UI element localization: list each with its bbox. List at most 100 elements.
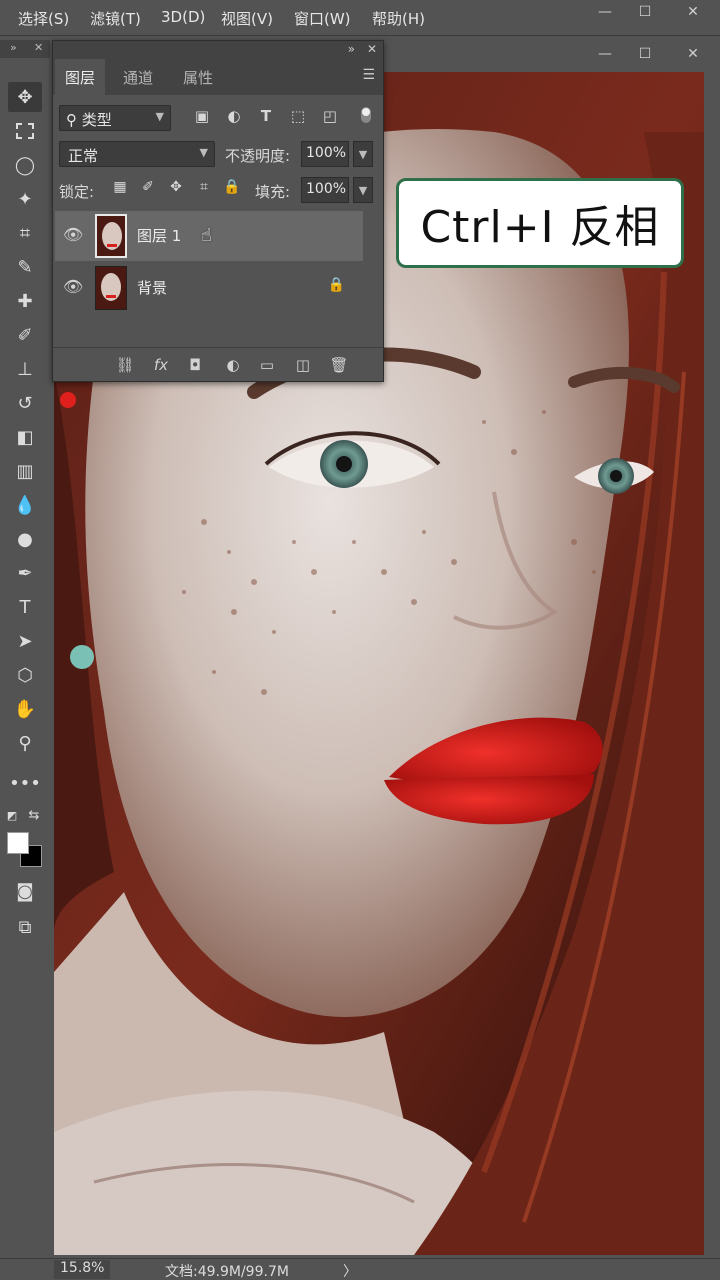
layer-kind-filter[interactable]: ⚲ 类型 ▼	[59, 105, 171, 131]
clone-stamp-tool-icon[interactable]: ⊥	[8, 354, 42, 384]
healing-brush-tool-icon[interactable]: ✚	[8, 286, 42, 316]
path-selection-tool-icon[interactable]: ➤	[8, 626, 42, 656]
lasso-tool-icon[interactable]: ◯	[8, 150, 42, 180]
lock-transparent-icon[interactable]: ▦	[109, 179, 131, 201]
lock-icon: 🔒	[327, 277, 345, 293]
default-colors-icon[interactable]: ◩	[2, 800, 22, 830]
new-group-icon[interactable]: ▭	[257, 356, 277, 376]
layer-name[interactable]: 背景	[137, 277, 167, 298]
menu-help[interactable]: 帮助(H)	[372, 8, 425, 29]
blur-tool-icon[interactable]: 💧	[8, 490, 42, 520]
lock-artboard-icon[interactable]: ⌗	[193, 179, 215, 201]
close-icon[interactable]: ✕	[34, 41, 43, 54]
menu-view[interactable]: 视图(V)	[221, 8, 273, 29]
fill-label: 填充:	[255, 183, 291, 201]
blend-row: 正常 ▼ 不透明度: 100% ▼	[59, 141, 377, 169]
visibility-eye-icon[interactable]: 👁	[63, 225, 83, 244]
magic-wand-tool-icon[interactable]: ✦	[8, 184, 42, 214]
shortcut-callout: Ctrl+I 反相	[396, 178, 684, 268]
fill-input[interactable]: 100%	[301, 177, 349, 203]
collapse-panel-icon[interactable]: »	[348, 42, 355, 56]
eyedropper-tool-icon[interactable]: ✎	[8, 252, 42, 282]
minimize-app-button[interactable]: —	[592, 4, 618, 22]
fill-dropdown-icon[interactable]: ▼	[353, 177, 373, 203]
status-menu-arrow-icon[interactable]: 〉	[343, 1261, 357, 1280]
lock-position-icon[interactable]: ✥	[165, 179, 187, 201]
blend-mode-select[interactable]: 正常 ▼	[59, 141, 215, 167]
delete-layer-icon[interactable]: 🗑	[329, 356, 349, 376]
tab-channels[interactable]: 通道	[113, 59, 163, 95]
filter-toggle[interactable]	[361, 107, 371, 123]
filter-shape-icon[interactable]: ⬚	[287, 107, 309, 129]
close-app-button[interactable]: ✕	[680, 4, 706, 22]
dodge-tool-icon[interactable]: ●	[8, 524, 42, 554]
layer-kind-value: 类型	[81, 111, 112, 129]
minimize-doc-button[interactable]: —	[592, 46, 618, 66]
status-bar: 15.8% 文档:49.9M/99.7M 〉	[0, 1258, 720, 1280]
layers-panel-footer: ⛓ fx ◘ ◐ ▭ ◫ 🗑	[53, 347, 383, 381]
pen-tool-icon[interactable]: ✒	[8, 558, 42, 588]
close-panel-icon[interactable]: ✕	[367, 42, 377, 56]
zoom-tool-icon[interactable]: ⚲	[8, 728, 42, 758]
blend-mode-value: 正常	[68, 147, 99, 165]
opacity-input[interactable]: 100%	[301, 141, 349, 167]
layer-style-icon[interactable]: fx	[151, 356, 171, 376]
lock-row: 锁定: ▦ ✐ ✥ ⌗ 🔒 填充: 100% ▼	[59, 177, 377, 205]
maximize-app-button[interactable]: ☐	[632, 4, 658, 22]
lock-all-icon[interactable]: 🔒	[221, 179, 243, 201]
hand-cursor-icon: ☝	[201, 225, 212, 246]
swap-colors-icon[interactable]: ⇆	[24, 800, 44, 830]
shape-tool-icon[interactable]: ⬡	[8, 660, 42, 690]
panel-tabs: 图层 通道 属性 ☰	[53, 59, 383, 95]
menu-filter[interactable]: 滤镜(T)	[90, 8, 141, 29]
adjustment-layer-icon[interactable]: ◐	[223, 356, 243, 376]
history-brush-tool-icon[interactable]: ↺	[8, 388, 42, 418]
type-tool-icon[interactable]: T	[8, 592, 42, 622]
menu-3d[interactable]: 3D(D)	[161, 8, 205, 26]
layer-name[interactable]: 图层 1	[137, 225, 181, 246]
crop-tool-icon[interactable]: ⌗	[8, 218, 42, 248]
brush-tool-icon[interactable]: ✐	[8, 320, 42, 350]
opacity-dropdown-icon[interactable]: ▼	[353, 141, 373, 167]
link-layers-icon[interactable]: ⛓	[115, 356, 135, 376]
maximize-doc-button[interactable]: ☐	[632, 46, 658, 66]
menu-select[interactable]: 选择(S)	[18, 8, 69, 29]
hand-tool-icon[interactable]: ✋	[8, 694, 42, 724]
tab-layers[interactable]: 图层	[55, 59, 106, 95]
document-window-bar: — ☐ ✕	[384, 40, 720, 72]
eraser-tool-icon[interactable]: ◧	[8, 422, 42, 452]
menu-bar: 选择(S) 滤镜(T) 3D(D) 视图(V) 窗口(W) 帮助(H) — ☐ …	[0, 0, 720, 36]
screen-mode-icon[interactable]: ⧉	[8, 912, 42, 942]
layer-thumbnail	[95, 214, 127, 258]
more-tools-icon[interactable]: •••	[8, 768, 42, 798]
layer-row-background[interactable]: 👁 背景 🔒	[55, 263, 363, 313]
layer-row-layer1[interactable]: 👁 图层 1 ☝	[55, 211, 363, 261]
menu-window[interactable]: 窗口(W)	[294, 8, 351, 29]
marquee-tool-icon[interactable]	[8, 116, 42, 146]
document-size-info: 文档:49.9M/99.7M	[165, 1264, 289, 1280]
layer-thumbnail	[95, 266, 127, 310]
quick-mask-icon[interactable]: ◙	[8, 876, 42, 906]
panel-header[interactable]: » ✕	[53, 41, 383, 59]
tools-panel-header[interactable]: » ✕	[0, 40, 50, 58]
lock-image-icon[interactable]: ✐	[137, 179, 159, 201]
expand-icon[interactable]: »	[10, 41, 17, 54]
tools-panel: » ✕ ✥ ◯ ✦ ⌗ ✎ ✚ ✐ ⊥ ↺ ◧ ▥ 💧 ● ✒ T ➤ ⬡ ✋ …	[0, 40, 50, 1255]
foreground-color-swatch[interactable]	[7, 832, 29, 854]
visibility-eye-icon[interactable]: 👁	[63, 277, 83, 296]
tab-properties[interactable]: 属性	[173, 59, 223, 95]
filter-adjustment-icon[interactable]: ◐	[223, 107, 245, 129]
search-icon: ⚲	[66, 111, 82, 129]
panel-menu-icon[interactable]: ☰	[362, 67, 375, 83]
move-tool-icon[interactable]: ✥	[8, 82, 42, 112]
filter-pixel-icon[interactable]: ▣	[191, 107, 213, 129]
filter-smart-object-icon[interactable]: ◰	[319, 107, 341, 129]
close-doc-button[interactable]: ✕	[680, 46, 706, 66]
lock-label: 锁定:	[59, 183, 95, 201]
filter-type-icon[interactable]: T	[255, 107, 277, 129]
gradient-tool-icon[interactable]: ▥	[8, 456, 42, 486]
zoom-level-field[interactable]: 15.8%	[54, 1260, 110, 1279]
chevron-down-icon: ▼	[199, 146, 208, 159]
add-mask-icon[interactable]: ◘	[185, 356, 205, 376]
new-layer-icon[interactable]: ◫	[293, 356, 313, 376]
